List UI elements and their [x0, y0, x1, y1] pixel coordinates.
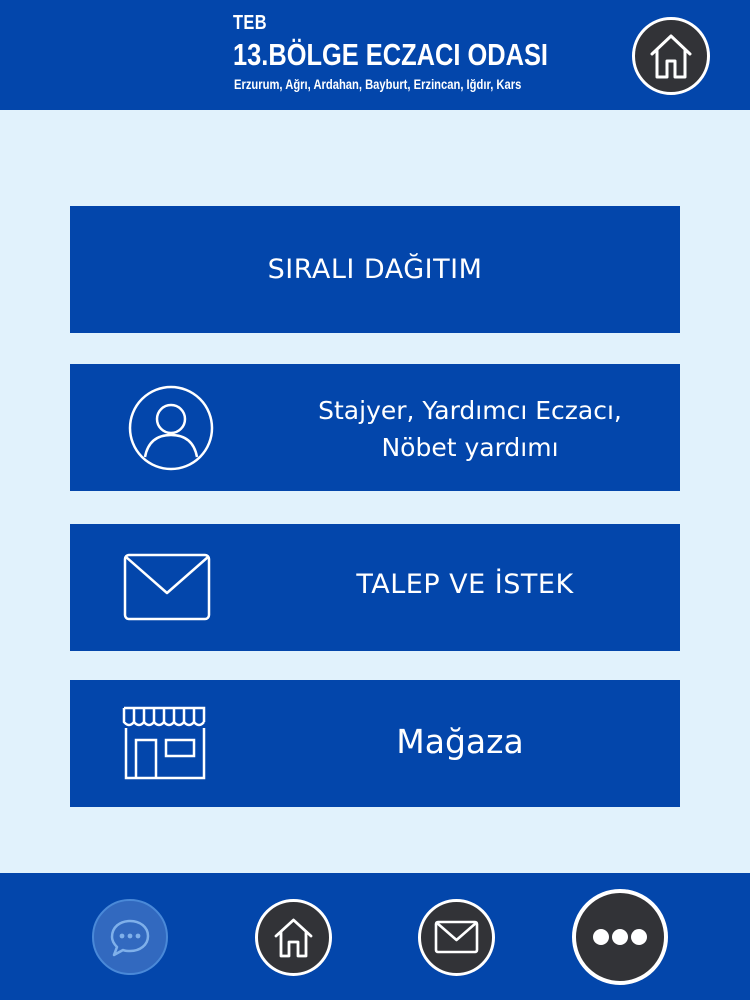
chat-button[interactable]	[92, 899, 168, 975]
header-home-button[interactable]	[632, 17, 710, 95]
footer-home-button[interactable]	[255, 899, 332, 976]
footer-mail-button[interactable]	[418, 899, 495, 976]
home-icon	[650, 34, 692, 79]
app-subtitle: Erzurum, Ağrı, Ardahan, Bayburt, Erzinca…	[234, 76, 522, 92]
app-title: 13.BÖLGE ECZACI ODASI	[233, 37, 548, 72]
user-icon	[128, 385, 214, 471]
stajyer-label-line2: Nöbet yardımı	[381, 433, 559, 462]
more-button[interactable]	[572, 889, 668, 985]
envelope-icon	[123, 553, 211, 621]
chat-icon	[110, 919, 150, 957]
talep-istek-label: TALEP VE İSTEK	[356, 569, 574, 600]
magaza-label: Mağaza	[396, 722, 524, 761]
stajyer-label-line1: Stajyer, Yardımcı Eczacı,	[318, 396, 622, 425]
home-icon	[274, 918, 313, 958]
org-short-name: TEB	[233, 12, 268, 34]
envelope-icon	[434, 920, 479, 954]
more-icon	[593, 929, 647, 945]
app-header: TEB 13.BÖLGE ECZACI ODASI Erzurum, Ağrı,…	[0, 0, 750, 110]
stajyer-button[interactable]: Stajyer, Yardımcı Eczacı, Nöbet yardımı	[70, 364, 680, 491]
stajyer-label: Stajyer, Yardımcı Eczacı, Nöbet yardımı	[260, 392, 680, 466]
sirali-dagitim-button[interactable]: SIRALI DAĞITIM	[70, 206, 680, 333]
sirali-dagitim-label: SIRALI DAĞITIM	[267, 254, 483, 285]
store-icon	[122, 706, 206, 780]
talep-istek-button[interactable]: TALEP VE İSTEK	[70, 524, 680, 651]
bottom-nav	[0, 873, 750, 1000]
magaza-button[interactable]: Mağaza	[70, 680, 680, 807]
